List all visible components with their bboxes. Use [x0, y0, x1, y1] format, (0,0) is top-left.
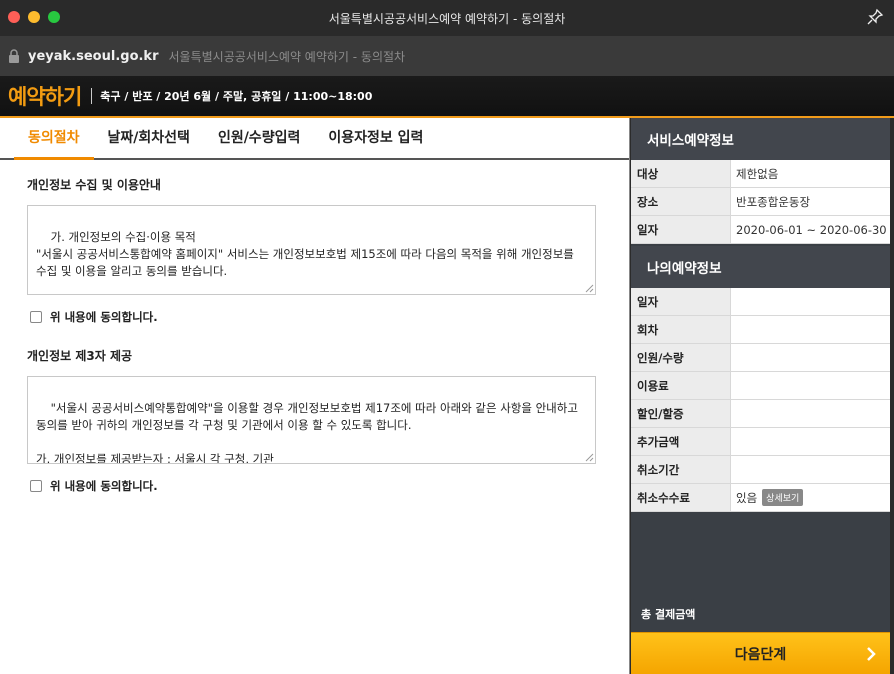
third-party-title: 개인정보 제3자 제공 — [27, 349, 133, 363]
row-value — [730, 456, 890, 483]
row-value: 반포종합운동장 — [730, 188, 890, 215]
row-label: 일자 — [631, 288, 730, 315]
row-value: 있음 상세보기 — [730, 484, 890, 511]
row-label: 일자 — [631, 216, 730, 243]
row-value — [730, 400, 890, 427]
close-window-button[interactable] — [8, 11, 20, 23]
agree-collection-label: 위 내용에 동의합니다. — [50, 310, 158, 324]
third-party-text: "서울시 공공서비스예약통합예약"을 이용할 경우 개인정보보호법 제17조에 … — [36, 401, 578, 464]
row-value — [730, 316, 890, 343]
tab-date-select[interactable]: 날짜/회차선택 — [94, 127, 204, 158]
row-label: 장소 — [631, 188, 730, 215]
row-value — [730, 344, 890, 371]
agree-third-party-label: 위 내용에 동의합니다. — [50, 479, 158, 493]
my-info-table: 일자 회차 인원/수량 이용료 할인/할증 추가금액 취소기간 취소수수료 있음… — [631, 288, 890, 512]
agree-collection-checkbox[interactable] — [30, 311, 42, 323]
row-label: 대상 — [631, 160, 730, 187]
row-label: 회차 — [631, 316, 730, 343]
row-label: 이용료 — [631, 372, 730, 399]
header-divider — [91, 88, 93, 104]
table-row: 일자 2020-06-01 ~ 2020-06-30 — [631, 216, 890, 244]
main-content: 동의절차 날짜/회차선택 인원/수량입력 이용자정보 입력 개인정보 수집 및 … — [0, 118, 630, 674]
agree-collection[interactable]: 위 내용에 동의합니다. — [30, 309, 629, 325]
row-label: 추가금액 — [631, 428, 730, 455]
lock-icon — [9, 49, 19, 63]
site-header: 예약하기 축구 / 반포 / 20년 6월 / 주말, 공휴일 / 11:00~… — [0, 76, 894, 118]
third-party-textarea[interactable]: "서울시 공공서비스예약통합예약"을 이용할 경우 개인정보보호법 제17조에 … — [27, 376, 596, 464]
address-bar[interactable]: yeyak.seoul.go.kr 서울특별시공공서비스예약 예약하기 - 동의… — [0, 36, 894, 76]
table-row: 대상 제한없음 — [631, 160, 890, 188]
row-value — [730, 372, 890, 399]
step-tabs: 동의절차 날짜/회차선택 인원/수량입력 이용자정보 입력 — [0, 118, 629, 160]
agree-third-party-checkbox[interactable] — [30, 480, 42, 492]
resize-grip-icon[interactable] — [585, 284, 594, 293]
url-page-title: 서울특별시공공서비스예약 예약하기 - 동의절차 — [168, 49, 406, 64]
window-controls — [8, 11, 60, 23]
table-row: 장소 반포종합운동장 — [631, 188, 890, 216]
row-value — [730, 288, 890, 315]
tab-consent[interactable]: 동의절차 — [14, 127, 94, 160]
total-amount-label: 총 결제금액 — [631, 595, 890, 633]
window-titlebar: 서울특별시공공서비스예약 예약하기 - 동의절차 — [0, 0, 894, 36]
row-label: 취소기간 — [631, 456, 730, 483]
agree-third-party[interactable]: 위 내용에 동의합니다. — [30, 478, 629, 494]
privacy-collection-text: 가. 개인정보의 수집·이용 목적 "서울시 공공서비스통합예약 홈페이지" 서… — [36, 230, 574, 278]
tab-quantity[interactable]: 인원/수량입력 — [204, 127, 314, 158]
next-step-label: 다음단계 — [734, 646, 787, 663]
table-row: 인원/수량 — [631, 344, 890, 372]
row-value: 2020-06-01 ~ 2020-06-30 — [730, 216, 890, 243]
privacy-collection-title: 개인정보 수집 및 이용안내 — [27, 178, 161, 192]
reservation-sidebar: 서비스예약정보 대상 제한없음 장소 반포종합운동장 일자 2020-06-01… — [631, 118, 890, 674]
pin-icon[interactable] — [866, 8, 884, 26]
window-title: 서울특별시공공서비스예약 예약하기 - 동의절차 — [328, 11, 566, 26]
table-row: 일자 — [631, 288, 890, 316]
row-value: 제한없음 — [730, 160, 890, 187]
details-button[interactable]: 상세보기 — [762, 489, 804, 506]
row-label: 취소수수료 — [631, 484, 730, 511]
url-domain: yeyak.seoul.go.kr — [28, 48, 159, 64]
sidebar-spacer — [631, 512, 890, 595]
table-row: 회차 — [631, 316, 890, 344]
service-info-table: 대상 제한없음 장소 반포종합운동장 일자 2020-06-01 ~ 2020-… — [631, 160, 890, 244]
page-logo: 예약하기 — [8, 85, 82, 109]
chevron-right-icon — [867, 647, 876, 661]
resize-grip-icon[interactable] — [585, 453, 594, 462]
row-label: 할인/할증 — [631, 400, 730, 427]
privacy-collection-textarea[interactable]: 가. 개인정보의 수집·이용 목적 "서울시 공공서비스통합예약 홈페이지" 서… — [27, 205, 596, 295]
row-value — [730, 428, 890, 455]
cancel-fee-value: 있음 — [736, 490, 758, 505]
service-info-heading: 서비스예약정보 — [631, 118, 890, 160]
table-row: 할인/할증 — [631, 400, 890, 428]
row-label: 인원/수량 — [631, 344, 730, 371]
minimize-window-button[interactable] — [28, 11, 40, 23]
table-row: 취소수수료 있음 상세보기 — [631, 484, 890, 512]
reservation-summary: 축구 / 반포 / 20년 6월 / 주말, 공휴일 / 11:00~18:00 — [100, 90, 373, 103]
my-info-heading: 나의예약정보 — [631, 246, 890, 288]
maximize-window-button[interactable] — [48, 11, 60, 23]
next-step-button[interactable]: 다음단계 — [631, 632, 890, 674]
table-row: 추가금액 — [631, 428, 890, 456]
tab-user-info[interactable]: 이용자정보 입력 — [314, 127, 437, 158]
table-row: 이용료 — [631, 372, 890, 400]
table-row: 취소기간 — [631, 456, 890, 484]
